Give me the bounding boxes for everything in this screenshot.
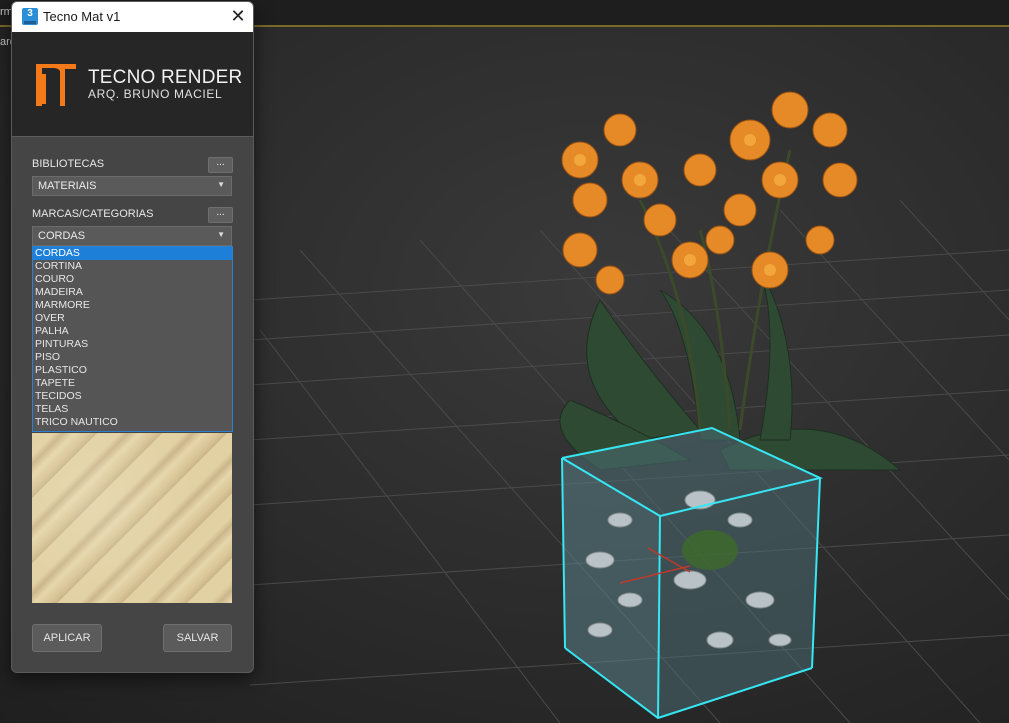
dropdown-option[interactable]: CORTINA [33, 260, 232, 273]
brand-name: TECNO RENDER [88, 67, 243, 88]
categories-dropdown-list: CORDAS CORTINA COURO MADEIRA MARMORE OVE… [32, 246, 233, 432]
save-button[interactable]: SALVAR [163, 624, 232, 652]
close-icon[interactable]: ✕ [223, 2, 253, 32]
libraries-browse-button[interactable]: ... [208, 157, 233, 173]
libraries-selected-value: MATERIAIS [38, 180, 97, 192]
dialog-title-bar[interactable]: 3 Tecno Mat v1 ✕ [12, 2, 253, 32]
dropdown-option[interactable]: TECIDOS [33, 390, 232, 403]
dropdown-option[interactable]: MARMORE [33, 299, 232, 312]
dropdown-option[interactable]: TELAS [33, 403, 232, 416]
categories-label: MARCAS/CATEGORIAS [32, 208, 154, 220]
chevron-down-icon: ▼ [217, 180, 225, 189]
dropdown-option[interactable]: TAPETE [33, 377, 232, 390]
brand-subtitle: ARQ. BRUNO MACIEL [88, 87, 223, 101]
dropdown-option[interactable]: TRICO NAUTICO [33, 416, 232, 429]
dropdown-option[interactable]: PINTURAS [33, 338, 232, 351]
dropdown-option[interactable]: PALHA [33, 325, 232, 338]
dropdown-option[interactable]: PLASTICO [33, 364, 232, 377]
dropdown-option[interactable]: MADEIRA [33, 286, 232, 299]
tecno-mat-dialog: 3 Tecno Mat v1 ✕ TECNO RENDER ARQ. BRUNO… [11, 1, 254, 673]
categories-browse-button[interactable]: ... [208, 207, 233, 223]
dropdown-option[interactable]: OVER [33, 312, 232, 325]
chevron-down-icon: ▼ [217, 230, 225, 239]
dropdown-option[interactable]: PISO [33, 351, 232, 364]
3dsmax-app-icon: 3 [22, 8, 38, 25]
dropdown-option[interactable]: CORDAS [33, 247, 232, 260]
brand-banner: TECNO RENDER ARQ. BRUNO MACIEL [12, 32, 253, 137]
material-preview-thumbnail[interactable] [32, 433, 232, 603]
apply-button[interactable]: APLICAR [32, 624, 102, 652]
dropdown-option[interactable]: COURO [33, 273, 232, 286]
dialog-title: Tecno Mat v1 [43, 9, 121, 24]
categories-selected-value: CORDAS [38, 230, 86, 242]
categories-select[interactable]: CORDAS ▼ [32, 226, 232, 246]
libraries-select[interactable]: MATERIAIS ▼ [32, 176, 232, 196]
tecno-render-logo-icon [36, 64, 76, 106]
libraries-label: BIBLIOTECAS [32, 158, 105, 170]
